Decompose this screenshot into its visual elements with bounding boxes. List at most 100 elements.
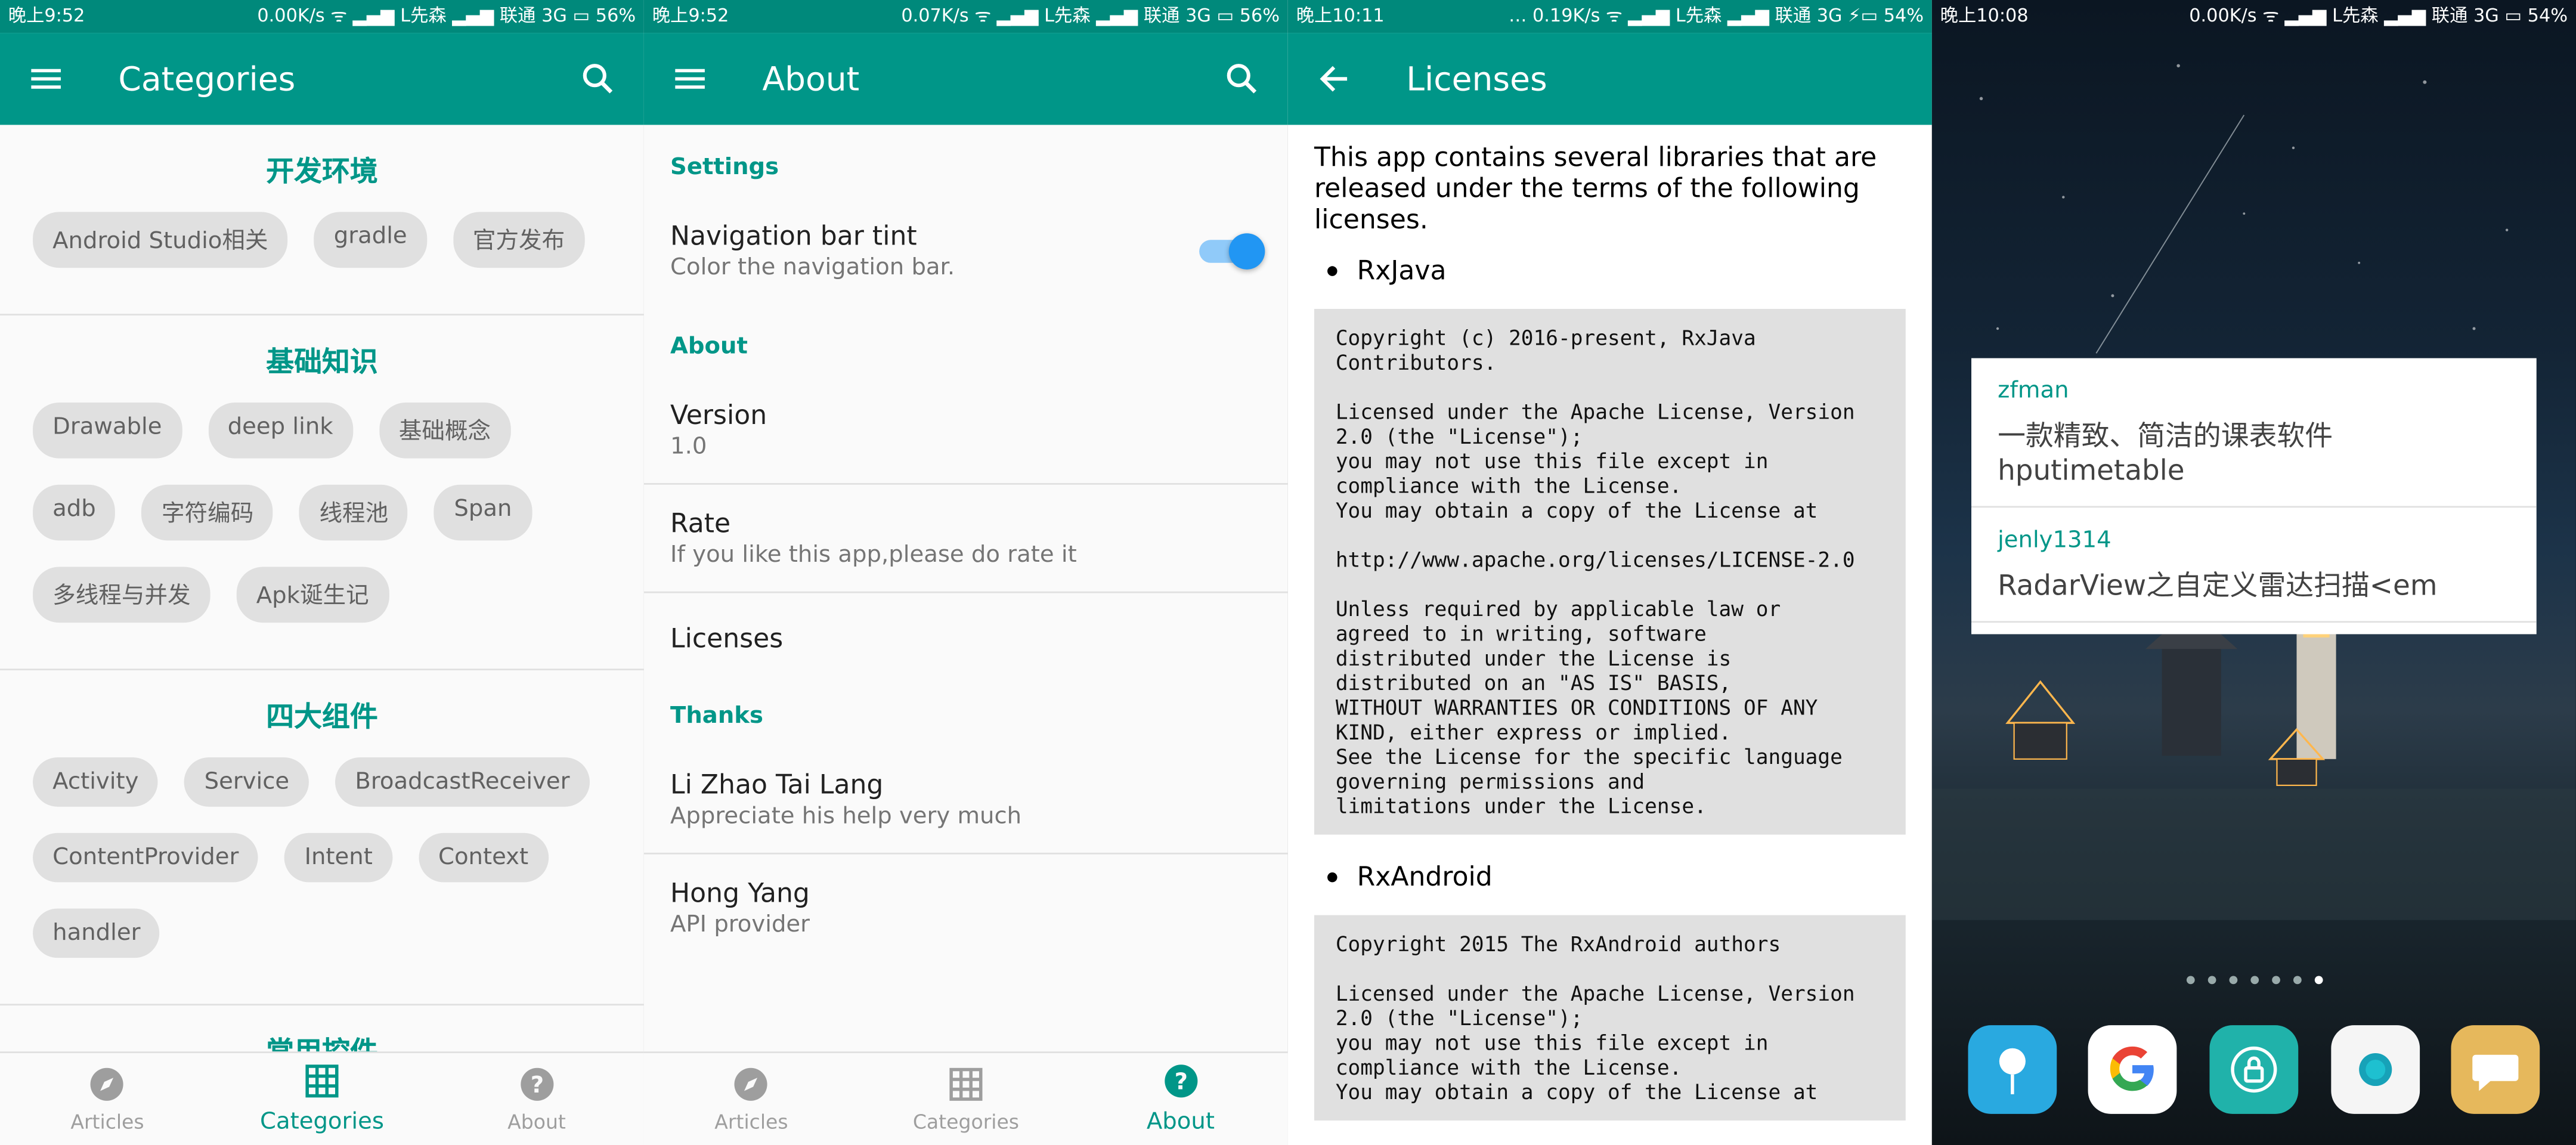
category-chip[interactable]: Activity [33,757,159,807]
status-indicators: 0.00K/s ᯤ ▂▄▆ L先森 ▂▄▆ 联通 3G ▭ 56% [257,5,636,27]
messages-app-icon[interactable] [1967,1025,2057,1114]
page-dot [2207,976,2216,985]
camera-app-icon[interactable] [2330,1025,2419,1114]
nav-label: Categories [912,1110,1020,1133]
licenses-content[interactable]: This app contains several libraries that… [1288,125,1932,1145]
back-arrow-icon[interactable] [1288,33,1380,125]
category-group: 常用控件 [0,1005,644,1053]
category-title: 基础知识 [266,346,378,380]
category-chip[interactable]: Drawable [33,402,182,459]
nav-tint-toggle[interactable] [1199,233,1265,270]
category-chip[interactable]: Android Studio相关 [33,212,288,268]
page-indicator [1932,976,2576,985]
page-dot [2292,976,2301,985]
category-chip[interactable]: adb [33,484,116,541]
nav-categories[interactable]: Categories [859,1053,1073,1145]
widget-article[interactable]: zfman 一款精致、简洁的课表软件 hputimetable [1971,358,2537,508]
thanks-row[interactable]: Li Zhao Tai Lang Appreciate his help ver… [643,746,1288,855]
nav-tint-setting[interactable]: Navigation bar tint Color the navigation… [644,197,1288,304]
version-row[interactable]: Version 1.0 [643,376,1288,485]
search-icon[interactable] [1196,33,1288,125]
license-text: Copyright 2015 The RxAndroid authors Lic… [1314,915,1906,1121]
licenses-row[interactable]: Licenses [644,593,1288,674]
articles-widget[interactable]: zfman 一款精致、简洁的课表软件 hputimetable jenly1314 R… [1971,358,2537,635]
nav-tint-title: Navigation bar tint [670,220,917,252]
category-chip[interactable]: 多线程与并发 [33,567,210,623]
chip-list: Android Studio相关 gradle 官方发布 [0,212,644,294]
page-title: About [762,59,860,99]
menu-icon[interactable] [0,33,92,125]
categories-screen: 晚上9:52 0.00K/s ᯤ ▂▄▆ L先森 ▂▄▆ 联通 3G ▭ 56%… [0,0,644,1145]
widget-article[interactable]: jenly1314 RadarView之自定义雷达扫描<em [1971,507,2537,623]
category-title: 四大组件 [266,701,378,735]
page-dot [2228,976,2237,985]
category-chip[interactable]: BroadcastReceiver [335,757,590,807]
nav-articles[interactable]: Articles [644,1053,859,1145]
chat-app-icon[interactable] [2451,1025,2540,1114]
page-dot [2314,976,2323,985]
nav-categories[interactable]: Categories [215,1053,429,1145]
licenses-screen: 晚上10:11 … 0.19K/s ᯤ ▂▄▆ L先森 ▂▄▆ 联通 3G ⚡▭… [1287,0,1932,1145]
nav-label: About [1146,1109,1215,1135]
category-chip[interactable]: Intent [284,833,392,883]
compass-icon [89,1066,126,1110]
status-indicators: 0.07K/s ᯤ ▂▄▆ L先森 ▂▄▆ 联通 3G ▭ 56% [901,5,1280,27]
google-app-icon[interactable] [2088,1025,2178,1114]
licenses-intro: This app contains several libraries that… [1314,141,1877,235]
home-screen: 晚上10:08 0.00K/s ᯤ ▂▄▆ L先森 ▂▄▆ 联通 3G ▭ 54… [1931,0,2576,1145]
category-chip[interactable]: handler [33,908,160,958]
version-title: Version [670,399,767,431]
category-chip[interactable]: deep link [208,402,353,459]
nav-about[interactable]: ? About [429,1053,644,1145]
status-time: 晚上10:11 [1296,5,1385,27]
rate-title: Rate [670,507,731,539]
version-value: 1.0 [670,434,707,460]
security-app-icon[interactable] [2209,1025,2299,1114]
help-icon: ? [1163,1063,1199,1109]
article-author: jenly1314 [1998,527,2111,554]
toolbar: Licenses [1287,33,1932,125]
nav-label: Articles [70,1110,144,1133]
category-chip[interactable]: Context [418,833,549,883]
thanks-name: Hong Yang [670,877,810,909]
thanks-row[interactable]: Hong Yang API provider [644,855,1288,961]
category-title: 开发环境 [266,156,378,189]
page-title: Categories [118,59,296,99]
status-time: 晚上9:52 [652,5,729,27]
menu-icon[interactable] [644,33,736,125]
category-chip[interactable]: Apk诞生记 [236,567,389,623]
article-author: zfman [1998,377,2069,404]
settings-header: Settings [670,154,779,181]
category-chip[interactable]: Service [184,757,309,807]
category-chip[interactable]: 官方发布 [453,212,585,268]
rate-subtitle: If you like this app,please do rate it [670,542,1077,569]
categories-list[interactable]: 开发环境 Android Studio相关 gradle 官方发布基础知识 Drawab… [0,125,644,1053]
category-chip[interactable]: 线程池 [299,484,408,541]
category-chip[interactable]: Span [434,484,532,541]
about-header: About [670,333,748,360]
nav-label: Categories [260,1109,384,1135]
nav-label: About [507,1110,566,1133]
page-dot [2185,976,2194,985]
help-icon: ? [519,1066,555,1110]
category-chip[interactable]: 字符编码 [141,484,274,541]
category-chip[interactable]: 基础概念 [379,402,511,459]
category-chip[interactable]: ContentProvider [33,833,259,883]
toolbar: Categories [0,33,644,125]
toggle-knob [1228,233,1265,270]
rate-row[interactable]: Rate If you like this app,please do rate… [643,485,1288,593]
chip-list: Activity Service BroadcastReceiver ContentP… [0,757,644,984]
search-icon[interactable] [552,33,644,125]
status-bar: 晚上10:11 … 0.19K/s ᯤ ▂▄▆ L先森 ▂▄▆ 联通 3G ⚡▭… [1287,0,1932,33]
category-group: 四大组件 Activity Service BroadcastReceiver Cont… [0,670,644,1006]
article-title: RadarView之自定义雷达扫描<em [1998,570,2438,604]
page-title: Licenses [1406,59,1547,99]
library-name: RxAndroid [1357,861,1493,892]
nav-tint-subtitle: Color the navigation bar. [670,255,955,281]
library-name: RxJava [1357,255,1447,286]
nav-articles[interactable]: Articles [0,1053,215,1145]
category-chip[interactable]: gradle [314,212,427,268]
about-list[interactable]: Settings Navigation bar tint Color the n… [643,125,1288,1053]
app-dock [1932,1025,2576,1114]
nav-about[interactable]: ? About [1073,1053,1288,1145]
